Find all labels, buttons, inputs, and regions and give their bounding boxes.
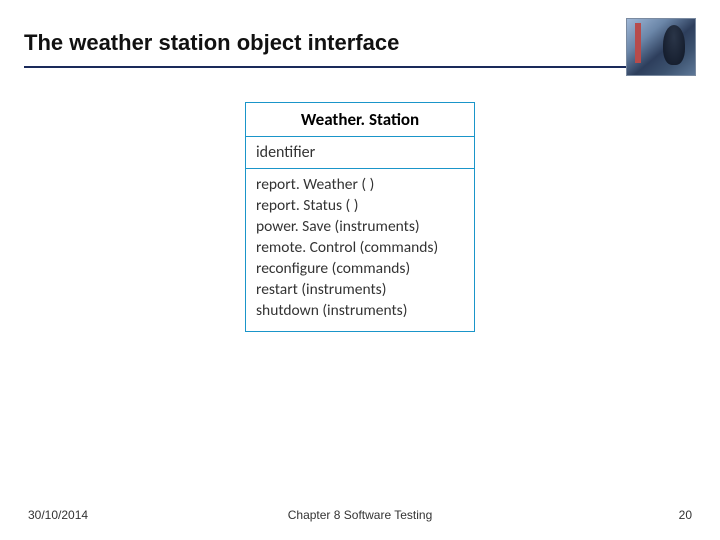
uml-method: reconfigure (commands) (256, 259, 464, 280)
header-divider (24, 66, 696, 68)
uml-method: report. Weather ( ) (256, 175, 464, 196)
uml-class-box: Weather. Station identifier report. Weat… (245, 102, 475, 332)
uml-methods-section: report. Weather ( ) report. Status ( ) p… (246, 169, 474, 331)
uml-method: restart (instruments) (256, 280, 464, 301)
cover-image (626, 18, 696, 76)
footer-page-number: 20 (679, 508, 692, 522)
uml-method: shutdown (instruments) (256, 301, 464, 322)
page-title: The weather station object interface (24, 30, 696, 56)
uml-classname: Weather. Station (256, 109, 464, 130)
uml-method: remote. Control (commands) (256, 238, 464, 259)
uml-classname-section: Weather. Station (246, 103, 474, 137)
footer-chapter: Chapter 8 Software Testing (288, 508, 433, 522)
footer-date: 30/10/2014 (28, 508, 88, 522)
slide-footer: 30/10/2014 Chapter 8 Software Testing 20 (0, 508, 720, 522)
uml-attribute: identifier (256, 143, 464, 162)
slide-body: Weather. Station identifier report. Weat… (0, 76, 720, 332)
uml-attribute-section: identifier (246, 137, 474, 169)
slide-header: The weather station object interface (0, 0, 720, 76)
uml-method: report. Status ( ) (256, 196, 464, 217)
uml-method: power. Save (instruments) (256, 217, 464, 238)
